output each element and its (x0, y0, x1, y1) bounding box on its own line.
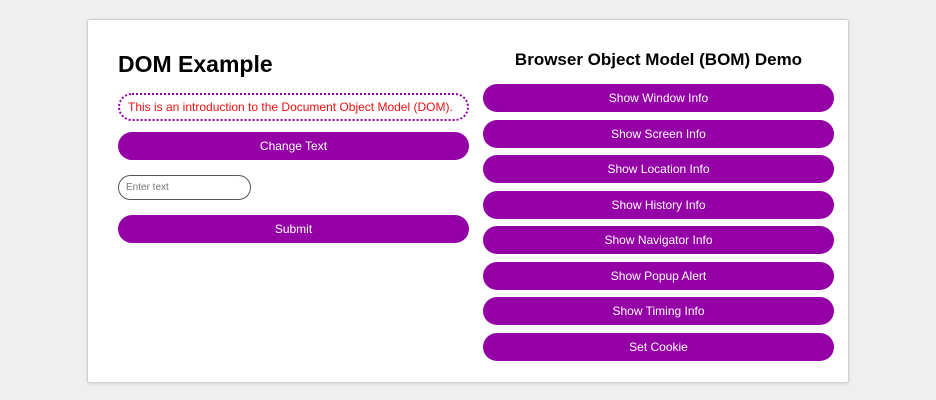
show-screen-info-button[interactable]: Show Screen Info (483, 119, 834, 148)
show-timing-info-button[interactable]: Show Timing Info (483, 297, 834, 325)
show-window-info-button[interactable]: Show Window Info (483, 84, 834, 112)
show-navigator-info-button[interactable]: Show Navigator Info (483, 226, 834, 254)
set-cookie-button[interactable]: Set Cookie (483, 332, 834, 361)
bom-title: Browser Object Model (BOM) Demo (514, 50, 803, 69)
submit-button[interactable]: Submit (118, 215, 469, 243)
bom-button-list: Show Window Info Show Screen Info Show L… (483, 84, 834, 368)
dom-title: DOM Example (118, 51, 273, 77)
main-card: DOM Example This is an introduction to t… (87, 19, 849, 383)
show-location-info-button[interactable]: Show Location Info (483, 155, 834, 183)
intro-paragraph: This is an introduction to the Document … (118, 93, 469, 121)
show-history-info-button[interactable]: Show History Info (483, 190, 834, 219)
text-input[interactable] (118, 175, 251, 200)
change-text-button[interactable]: Change Text (118, 132, 469, 160)
show-popup-alert-button[interactable]: Show Popup Alert (483, 261, 834, 290)
